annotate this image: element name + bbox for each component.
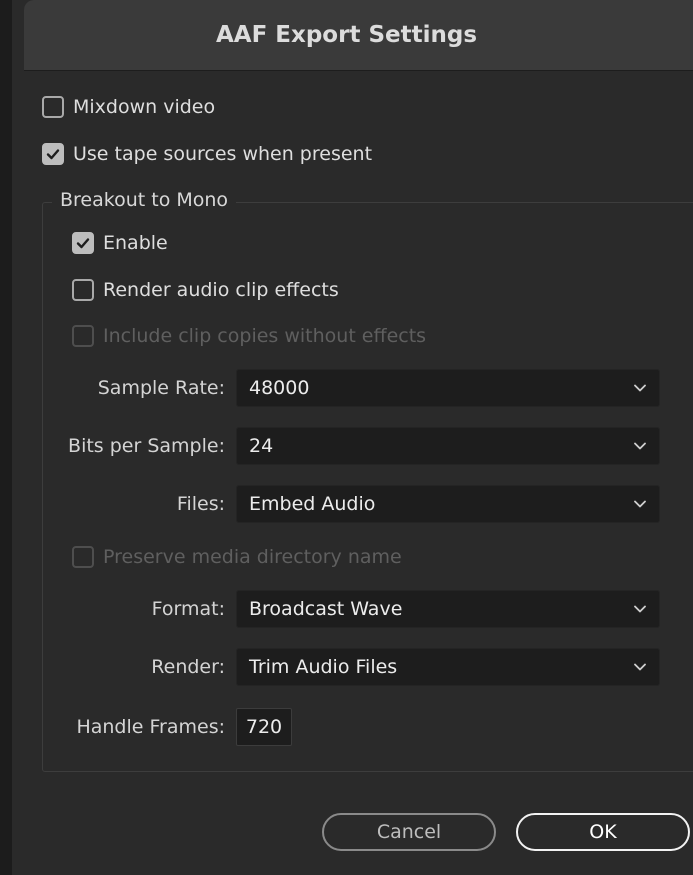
sample-rate-value: 48000: [249, 377, 310, 399]
checkbox-disabled-icon: [72, 325, 94, 347]
dialog-title: AAF Export Settings: [215, 22, 478, 48]
breakout-to-mono-legend: Breakout to Mono: [52, 189, 237, 211]
bits-per-sample-select[interactable]: 24: [236, 427, 660, 465]
cancel-button[interactable]: Cancel: [322, 813, 496, 851]
use-tape-sources-label: Use tape sources when present: [73, 143, 373, 165]
format-value: Broadcast Wave: [249, 598, 403, 620]
use-tape-sources-checkbox[interactable]: Use tape sources when present: [42, 140, 372, 168]
bits-per-sample-label: Bits per Sample:: [68, 435, 225, 457]
format-label: Format:: [151, 598, 225, 620]
ok-button[interactable]: OK: [516, 813, 690, 851]
preserve-media-directory-label: Preserve media directory name: [103, 546, 402, 568]
checkbox-unchecked-icon: [42, 96, 64, 118]
checkmark-icon: [42, 143, 64, 165]
dialog-titlebar[interactable]: AAF Export Settings: [24, 0, 693, 70]
checkmark-icon: [72, 232, 94, 254]
files-label: Files:: [176, 493, 225, 515]
enable-label: Enable: [103, 232, 168, 254]
include-clip-copies-checkbox[interactable]: Include clip copies without effects: [72, 322, 426, 350]
files-value: Embed Audio: [249, 493, 376, 515]
files-select[interactable]: Embed Audio: [236, 485, 660, 523]
render-select[interactable]: Trim Audio Files: [236, 648, 660, 686]
bits-per-sample-value: 24: [249, 435, 274, 457]
handle-frames-label: Handle Frames:: [76, 716, 225, 738]
include-clip-copies-label: Include clip copies without effects: [103, 325, 427, 347]
checkbox-unchecked-icon: [72, 279, 94, 301]
handle-frames-input[interactable]: 720: [236, 708, 292, 746]
enable-checkbox[interactable]: Enable: [72, 229, 168, 257]
render-value: Trim Audio Files: [249, 656, 398, 678]
preserve-media-directory-checkbox[interactable]: Preserve media directory name: [72, 543, 402, 571]
chevron-down-icon: [634, 663, 646, 671]
render-audio-clip-effects-label: Render audio clip effects: [103, 279, 339, 301]
chevron-down-icon: [634, 384, 646, 392]
sample-rate-label: Sample Rate:: [97, 377, 225, 399]
format-select[interactable]: Broadcast Wave: [236, 590, 660, 628]
checkbox-disabled-icon: [72, 546, 94, 568]
chevron-down-icon: [634, 605, 646, 613]
render-label: Render:: [151, 656, 225, 678]
render-audio-clip-effects-checkbox[interactable]: Render audio clip effects: [72, 276, 339, 304]
mixdown-video-checkbox[interactable]: Mixdown video: [42, 93, 215, 121]
chevron-down-icon: [634, 442, 646, 450]
mixdown-video-label: Mixdown video: [73, 96, 216, 118]
chevron-down-icon: [634, 500, 646, 508]
sample-rate-select[interactable]: 48000: [236, 369, 660, 407]
